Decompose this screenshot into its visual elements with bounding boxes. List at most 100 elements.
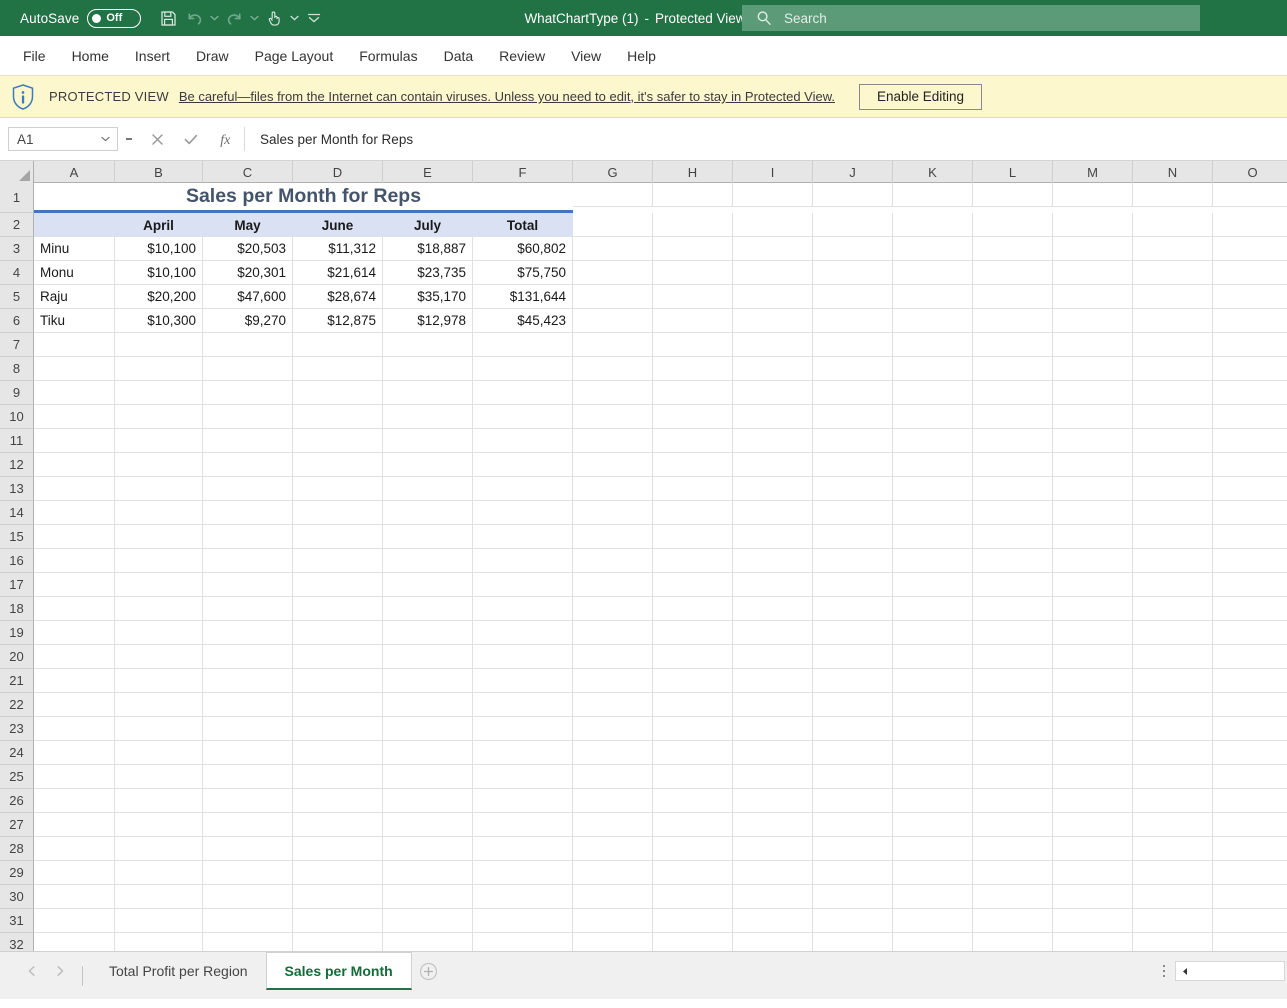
cell-j14[interactable] — [813, 501, 893, 525]
cell-i22[interactable] — [733, 693, 813, 717]
customize-quick-access-toolbar-icon[interactable] — [301, 4, 327, 32]
column-header-f[interactable]: F — [473, 161, 573, 183]
save-icon[interactable] — [155, 4, 181, 32]
cell-e17[interactable] — [383, 573, 473, 597]
row-header-12[interactable]: 12 — [0, 453, 34, 477]
row-header-14[interactable]: 14 — [0, 501, 34, 525]
cell-g26[interactable] — [573, 789, 653, 813]
cell-e20[interactable] — [383, 645, 473, 669]
cell-n17[interactable] — [1133, 573, 1213, 597]
cell-a29[interactable] — [34, 861, 115, 885]
cell-b15[interactable] — [115, 525, 203, 549]
sheet-tab-resize-handle[interactable] — [1153, 952, 1175, 990]
cell-g5[interactable] — [573, 285, 653, 309]
cell-o11[interactable] — [1213, 429, 1287, 453]
cell-f16[interactable] — [473, 549, 573, 573]
cell-m31[interactable] — [1053, 909, 1133, 933]
cell-e3[interactable]: $18,887 — [383, 237, 473, 261]
cell-f24[interactable] — [473, 741, 573, 765]
touch-mouse-mode-dropdown-chevron-icon[interactable] — [287, 4, 301, 32]
cell-a31[interactable] — [34, 909, 115, 933]
cell-n12[interactable] — [1133, 453, 1213, 477]
row-header-24[interactable]: 24 — [0, 741, 34, 765]
cell-b21[interactable] — [115, 669, 203, 693]
cell-b3[interactable]: $10,100 — [115, 237, 203, 261]
cell-m16[interactable] — [1053, 549, 1133, 573]
cell-c31[interactable] — [203, 909, 293, 933]
cell-c29[interactable] — [203, 861, 293, 885]
cell-g28[interactable] — [573, 837, 653, 861]
cell-m25[interactable] — [1053, 765, 1133, 789]
cell-n30[interactable] — [1133, 885, 1213, 909]
cell-i7[interactable] — [733, 333, 813, 357]
cell-j23[interactable] — [813, 717, 893, 741]
cell-i20[interactable] — [733, 645, 813, 669]
cell-i28[interactable] — [733, 837, 813, 861]
cell-a4-rep[interactable]: Monu — [34, 261, 115, 285]
cell-b32[interactable] — [115, 933, 203, 951]
cell-g16[interactable] — [573, 549, 653, 573]
cell-f11[interactable] — [473, 429, 573, 453]
cell-k26[interactable] — [893, 789, 973, 813]
cell-m7[interactable] — [1053, 333, 1133, 357]
cell-a5-rep[interactable]: Raju — [34, 285, 115, 309]
cell-e19[interactable] — [383, 621, 473, 645]
cell-c15[interactable] — [203, 525, 293, 549]
cell-n3[interactable] — [1133, 237, 1213, 261]
cell-m29[interactable] — [1053, 861, 1133, 885]
cell-k23[interactable] — [893, 717, 973, 741]
cell-g29[interactable] — [573, 861, 653, 885]
cell-a6-rep[interactable]: Tiku — [34, 309, 115, 333]
cell-a23[interactable] — [34, 717, 115, 741]
row-header-22[interactable]: 22 — [0, 693, 34, 717]
ribbon-tab-review[interactable]: Review — [486, 36, 558, 76]
cell-d9[interactable] — [293, 381, 383, 405]
undo-dropdown-chevron-icon[interactable] — [207, 4, 221, 32]
cell-l8[interactable] — [973, 357, 1053, 381]
cell-i30[interactable] — [733, 885, 813, 909]
cell-g10[interactable] — [573, 405, 653, 429]
cell-l25[interactable] — [973, 765, 1053, 789]
cell-a15[interactable] — [34, 525, 115, 549]
cell-f23[interactable] — [473, 717, 573, 741]
cell-e23[interactable] — [383, 717, 473, 741]
cell-j18[interactable] — [813, 597, 893, 621]
cell-m23[interactable] — [1053, 717, 1133, 741]
cell-f25[interactable] — [473, 765, 573, 789]
cell-o19[interactable] — [1213, 621, 1287, 645]
cell-a26[interactable] — [34, 789, 115, 813]
cell-l31[interactable] — [973, 909, 1053, 933]
cell-o12[interactable] — [1213, 453, 1287, 477]
cell-l19[interactable] — [973, 621, 1053, 645]
cell-m12[interactable] — [1053, 453, 1133, 477]
cell-n4[interactable] — [1133, 261, 1213, 285]
cell-j19[interactable] — [813, 621, 893, 645]
cell-n24[interactable] — [1133, 741, 1213, 765]
cell-d28[interactable] — [293, 837, 383, 861]
cell-h15[interactable] — [653, 525, 733, 549]
cell-n15[interactable] — [1133, 525, 1213, 549]
cell-d29[interactable] — [293, 861, 383, 885]
cell-d17[interactable] — [293, 573, 383, 597]
cell-n29[interactable] — [1133, 861, 1213, 885]
cell-f26[interactable] — [473, 789, 573, 813]
cell-i1[interactable] — [733, 183, 813, 207]
cell-h24[interactable] — [653, 741, 733, 765]
cell-o10[interactable] — [1213, 405, 1287, 429]
cell-d2-june[interactable]: June — [293, 213, 383, 237]
cell-d31[interactable] — [293, 909, 383, 933]
cell-h31[interactable] — [653, 909, 733, 933]
cell-m21[interactable] — [1053, 669, 1133, 693]
cell-m4[interactable] — [1053, 261, 1133, 285]
cell-o22[interactable] — [1213, 693, 1287, 717]
cell-l22[interactable] — [973, 693, 1053, 717]
cell-a18[interactable] — [34, 597, 115, 621]
cell-a8[interactable] — [34, 357, 115, 381]
cell-h7[interactable] — [653, 333, 733, 357]
cell-g14[interactable] — [573, 501, 653, 525]
cell-n23[interactable] — [1133, 717, 1213, 741]
cell-o9[interactable] — [1213, 381, 1287, 405]
cell-l11[interactable] — [973, 429, 1053, 453]
cell-k30[interactable] — [893, 885, 973, 909]
cell-j5[interactable] — [813, 285, 893, 309]
